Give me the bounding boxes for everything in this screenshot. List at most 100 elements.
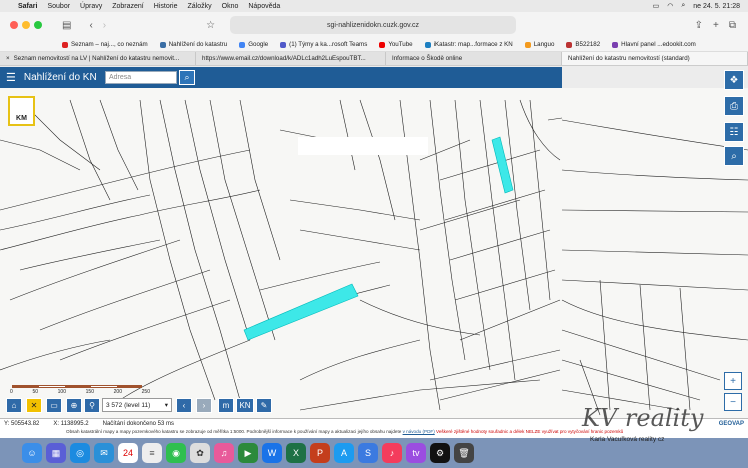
print-button[interactable]: ⎙ [724, 96, 744, 116]
zoom-search-button[interactable]: ⌕ [724, 146, 744, 166]
crosshair-icon: ⊕ [70, 401, 78, 410]
sidebar-icon[interactable]: ▤ [62, 20, 71, 31]
skype-icon[interactable]: S [358, 443, 378, 463]
print-icon: ⎙ [730, 100, 738, 112]
plus-icon: + [730, 375, 736, 387]
tab-email-download[interactable]: https://www.email.cz/download/k/ADLc1adh… [196, 52, 386, 65]
home-button[interactable]: ⌂ [6, 398, 22, 413]
bookmark-item[interactable]: Google [239, 41, 268, 48]
bookmark-item[interactable]: Nahlížení do katastru [159, 41, 227, 48]
launchpad-icon[interactable]: ▦ [46, 443, 66, 463]
tab-bar: × Seznam nemovitostí na LV | Nahlížení do… [0, 52, 748, 66]
tab-skoda-online[interactable]: Informace o Škodě online [386, 52, 562, 65]
locate-button[interactable]: ⊕ [66, 398, 82, 413]
search-icon[interactable]: ⌕ [681, 2, 685, 10]
mail-icon[interactable]: ✉ [94, 443, 114, 463]
bookmark-icon [280, 41, 287, 48]
trash-icon[interactable]: 🗑 [454, 443, 474, 463]
watermark-subtitle: Karla Vacuľková reality cz [590, 436, 665, 443]
zoom-in-button[interactable]: + [724, 372, 742, 390]
km-layer-button[interactable]: KM [8, 96, 35, 126]
kn-button[interactable]: KN [236, 398, 254, 413]
bookmark-icon [379, 41, 386, 48]
menu-zalozky[interactable]: Záložky [188, 3, 212, 10]
finder-icon[interactable]: ☺ [22, 443, 42, 463]
close-tab-icon[interactable]: × [6, 55, 10, 62]
zoom-out-button[interactable]: − [724, 393, 742, 411]
rectangle-icon: ▭ [50, 401, 58, 410]
geovap-logo[interactable]: GEOVAP [719, 421, 744, 427]
bookmark-star-icon[interactable]: ☆ [206, 20, 215, 31]
menu-icon[interactable]: ☰ [6, 71, 16, 84]
menu-historie[interactable]: Historie [154, 3, 178, 10]
word-icon[interactable]: W [262, 443, 282, 463]
legend-button[interactable]: ☷ [724, 122, 744, 142]
messages-icon[interactable]: ◉ [166, 443, 186, 463]
powerpoint-icon[interactable]: P [310, 443, 330, 463]
appstore-icon[interactable]: A [334, 443, 354, 463]
system-preferences-icon[interactable]: ⚙ [430, 443, 450, 463]
next-view-button[interactable]: › [196, 398, 212, 413]
select-area-button[interactable]: ▭ [46, 398, 62, 413]
new-tab-icon[interactable]: + [713, 20, 719, 31]
layers-button[interactable]: ❖ [724, 70, 744, 90]
zoom-window-icon[interactable] [34, 21, 42, 29]
address-bar[interactable]: sgi-nahlizenidokn.cuzk.gov.cz [230, 16, 516, 34]
magnifier-icon: ⌕ [731, 150, 737, 162]
back-icon[interactable]: ‹ [89, 20, 92, 31]
comment-button[interactable]: ✎ [256, 398, 272, 413]
scale-select[interactable]: 3 572 (level 11) ▾ [102, 398, 172, 412]
manual-link[interactable]: v návodu (PDF) [403, 429, 435, 434]
safari-icon[interactable]: ◎ [70, 443, 90, 463]
bookmark-icon [424, 41, 431, 48]
bookmark-icon [524, 41, 531, 48]
tab-overview-icon[interactable]: ⧉ [729, 20, 736, 31]
close-icon: ✕ [30, 401, 38, 410]
scale-ticks: 0 50 100 150 200 250 [10, 389, 150, 395]
calendar-icon[interactable]: 24 [118, 443, 138, 463]
marker-button[interactable]: ⚲ [84, 398, 100, 413]
bookmark-item[interactable]: iKatastr: map...formace z KN [424, 41, 513, 48]
wifi-icon[interactable]: ◠ [667, 2, 673, 10]
menu-safari[interactable]: Safari [18, 3, 37, 10]
search-button[interactable]: ⌕ [179, 70, 195, 85]
close-window-icon[interactable] [10, 21, 18, 29]
bookmark-icon [239, 41, 246, 48]
podcasts-icon[interactable]: ♪ [382, 443, 402, 463]
bookmarks-bar: Seznam – naj..., co neznám Nahlížení do … [0, 38, 748, 52]
bookmark-item[interactable]: (1) Týmy a ka...rosoft Teams [280, 41, 367, 48]
cancel-selection-button[interactable]: ✕ [26, 398, 42, 413]
notes-icon[interactable]: ≡ [142, 443, 162, 463]
address-text: sgi-nahlizenidokn.cuzk.gov.cz [326, 21, 420, 29]
menu-upravy[interactable]: Úpravy [80, 3, 102, 10]
bookmark-icon [62, 41, 68, 48]
bookmark-item[interactable]: Hlavní panel ...edookit.com [612, 41, 696, 48]
menu-okno[interactable]: Okno [222, 3, 239, 10]
menu-napoveda[interactable]: Nápověda [248, 3, 280, 10]
app-title: Nahlížení do KN [23, 72, 97, 83]
tv-icon[interactable]: tv [406, 443, 426, 463]
menu-soubor[interactable]: Soubor [47, 3, 70, 10]
bookmark-item[interactable]: B522182 [566, 41, 600, 48]
chevron-left-icon: ‹ [182, 401, 186, 410]
bookmark-item[interactable]: Seznam – naj..., co neznám [62, 41, 148, 48]
measure-button[interactable]: m [218, 398, 234, 413]
menu-zobrazeni[interactable]: Zobrazení [112, 3, 144, 10]
bookmark-item[interactable]: Languo [524, 41, 554, 48]
forward-icon[interactable]: › [103, 20, 106, 31]
minimize-window-icon[interactable] [22, 21, 30, 29]
tab-seznam-nemovitosti[interactable]: × Seznam nemovitostí na LV | Nahlížení do… [0, 52, 196, 65]
address-search-input[interactable]: Adresa [105, 71, 177, 84]
music-icon[interactable]: ♫ [214, 443, 234, 463]
facetime-icon[interactable]: ▶ [238, 443, 258, 463]
tab-nahlizeni-standard[interactable]: Nahlížení do katastru nemovitostí (stand… [562, 52, 748, 65]
watermark-logo: KV reality [582, 404, 704, 432]
speech-bubble-icon: ✎ [260, 401, 268, 410]
previous-view-button[interactable]: ‹ [176, 398, 192, 413]
clock[interactable]: ne 24. 5. 21:28 [693, 3, 740, 10]
share-icon[interactable]: ⇪ [695, 20, 703, 31]
bookmark-item[interactable]: YouTube [379, 41, 413, 48]
battery-icon[interactable]: ▭ [653, 2, 660, 10]
excel-icon[interactable]: X [286, 443, 306, 463]
photos-icon[interactable]: ✿ [190, 443, 210, 463]
